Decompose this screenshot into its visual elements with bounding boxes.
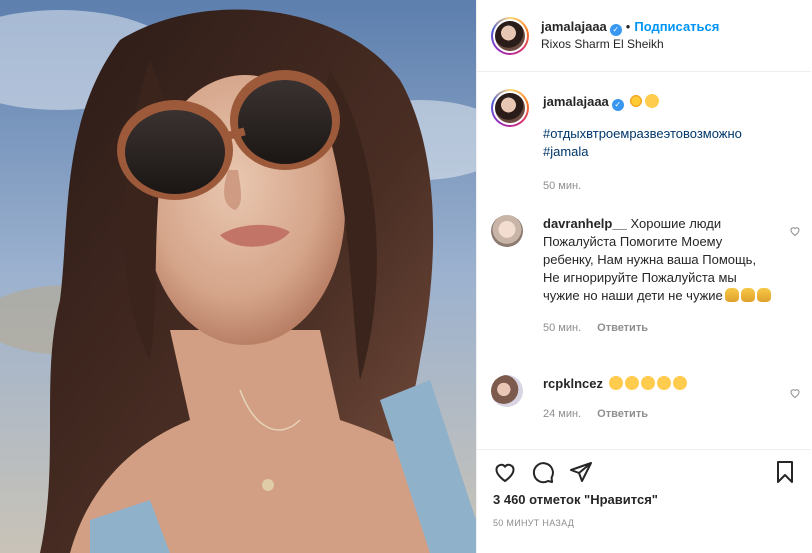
caption-username[interactable]: jamalajaaa: [543, 94, 609, 109]
star-struck-emoji-icon: [608, 376, 623, 390]
reply-button[interactable]: Ответить: [597, 322, 648, 334]
hashtag-link[interactable]: #jamala: [543, 144, 589, 159]
star-struck-emoji-icon: [656, 376, 671, 390]
folded-hands-emoji-icon: [740, 288, 755, 302]
like-heart-icon[interactable]: [493, 460, 517, 484]
author-info: jamalajaaa ✓ • Подписаться Rixos Sharm El S…: [541, 19, 719, 52]
post-photo[interactable]: [0, 0, 476, 553]
verified-badge-icon: ✓: [609, 24, 622, 36]
hashtag-link[interactable]: #отдыхвтроемразвеэтовозможно: [543, 126, 742, 141]
post-actions: 3 460 отметок "Нравится" 50 МИНУТ НАЗАД: [477, 449, 811, 528]
likes-count[interactable]: 3 460 отметок "Нравится": [493, 492, 658, 507]
share-paper-plane-icon[interactable]: [569, 460, 593, 484]
comment-time[interactable]: 50 мин.: [543, 322, 581, 334]
caption-time[interactable]: 50 мин.: [543, 180, 581, 192]
author-avatar[interactable]: [491, 16, 529, 55]
instagram-post: jamalajaaa ✓ • Подписаться Rixos Sharm El S…: [0, 0, 812, 553]
caption-avatar[interactable]: [491, 89, 529, 127]
like-comment-heart-icon[interactable]: [789, 225, 801, 237]
reply-button[interactable]: Ответить: [597, 408, 648, 420]
selfie-image: [0, 0, 476, 553]
commenter-avatar[interactable]: [491, 375, 523, 407]
sun-emoji-icon: [629, 94, 644, 108]
kiss-emoji-icon: [645, 94, 660, 108]
comment-bubble-icon[interactable]: [531, 460, 555, 484]
comment-time[interactable]: 24 мин.: [543, 408, 581, 420]
comments-list[interactable]: jamalajaaa ✓ #отдыхвтроемразвеэтовозможно…: [477, 73, 811, 449]
commenter-username[interactable]: rcpklncez: [543, 376, 603, 391]
post-sidebar: jamalajaaa ✓ • Подписаться Rixos Sharm El S…: [476, 0, 811, 553]
like-comment-heart-icon[interactable]: [789, 387, 801, 399]
save-bookmark-icon[interactable]: [773, 460, 797, 484]
star-struck-emoji-icon: [672, 376, 687, 390]
post-header: jamalajaaa ✓ • Подписаться Rixos Sharm El S…: [477, 0, 811, 72]
verified-badge-icon: ✓: [611, 99, 624, 111]
post-location[interactable]: Rixos Sharm El Sheikh: [541, 36, 719, 52]
star-struck-emoji-icon: [624, 376, 639, 390]
commenter-avatar[interactable]: [491, 215, 523, 247]
folded-hands-emoji-icon: [724, 288, 739, 302]
author-username[interactable]: jamalajaaa: [541, 19, 607, 34]
separator-dot: •: [625, 19, 631, 34]
post-timestamp[interactable]: 50 МИНУТ НАЗАД: [493, 518, 574, 528]
commenter-username[interactable]: davranhelp__: [543, 216, 627, 231]
follow-button[interactable]: Подписаться: [634, 19, 719, 34]
folded-hands-emoji-icon: [756, 288, 771, 302]
star-struck-emoji-icon: [640, 376, 655, 390]
